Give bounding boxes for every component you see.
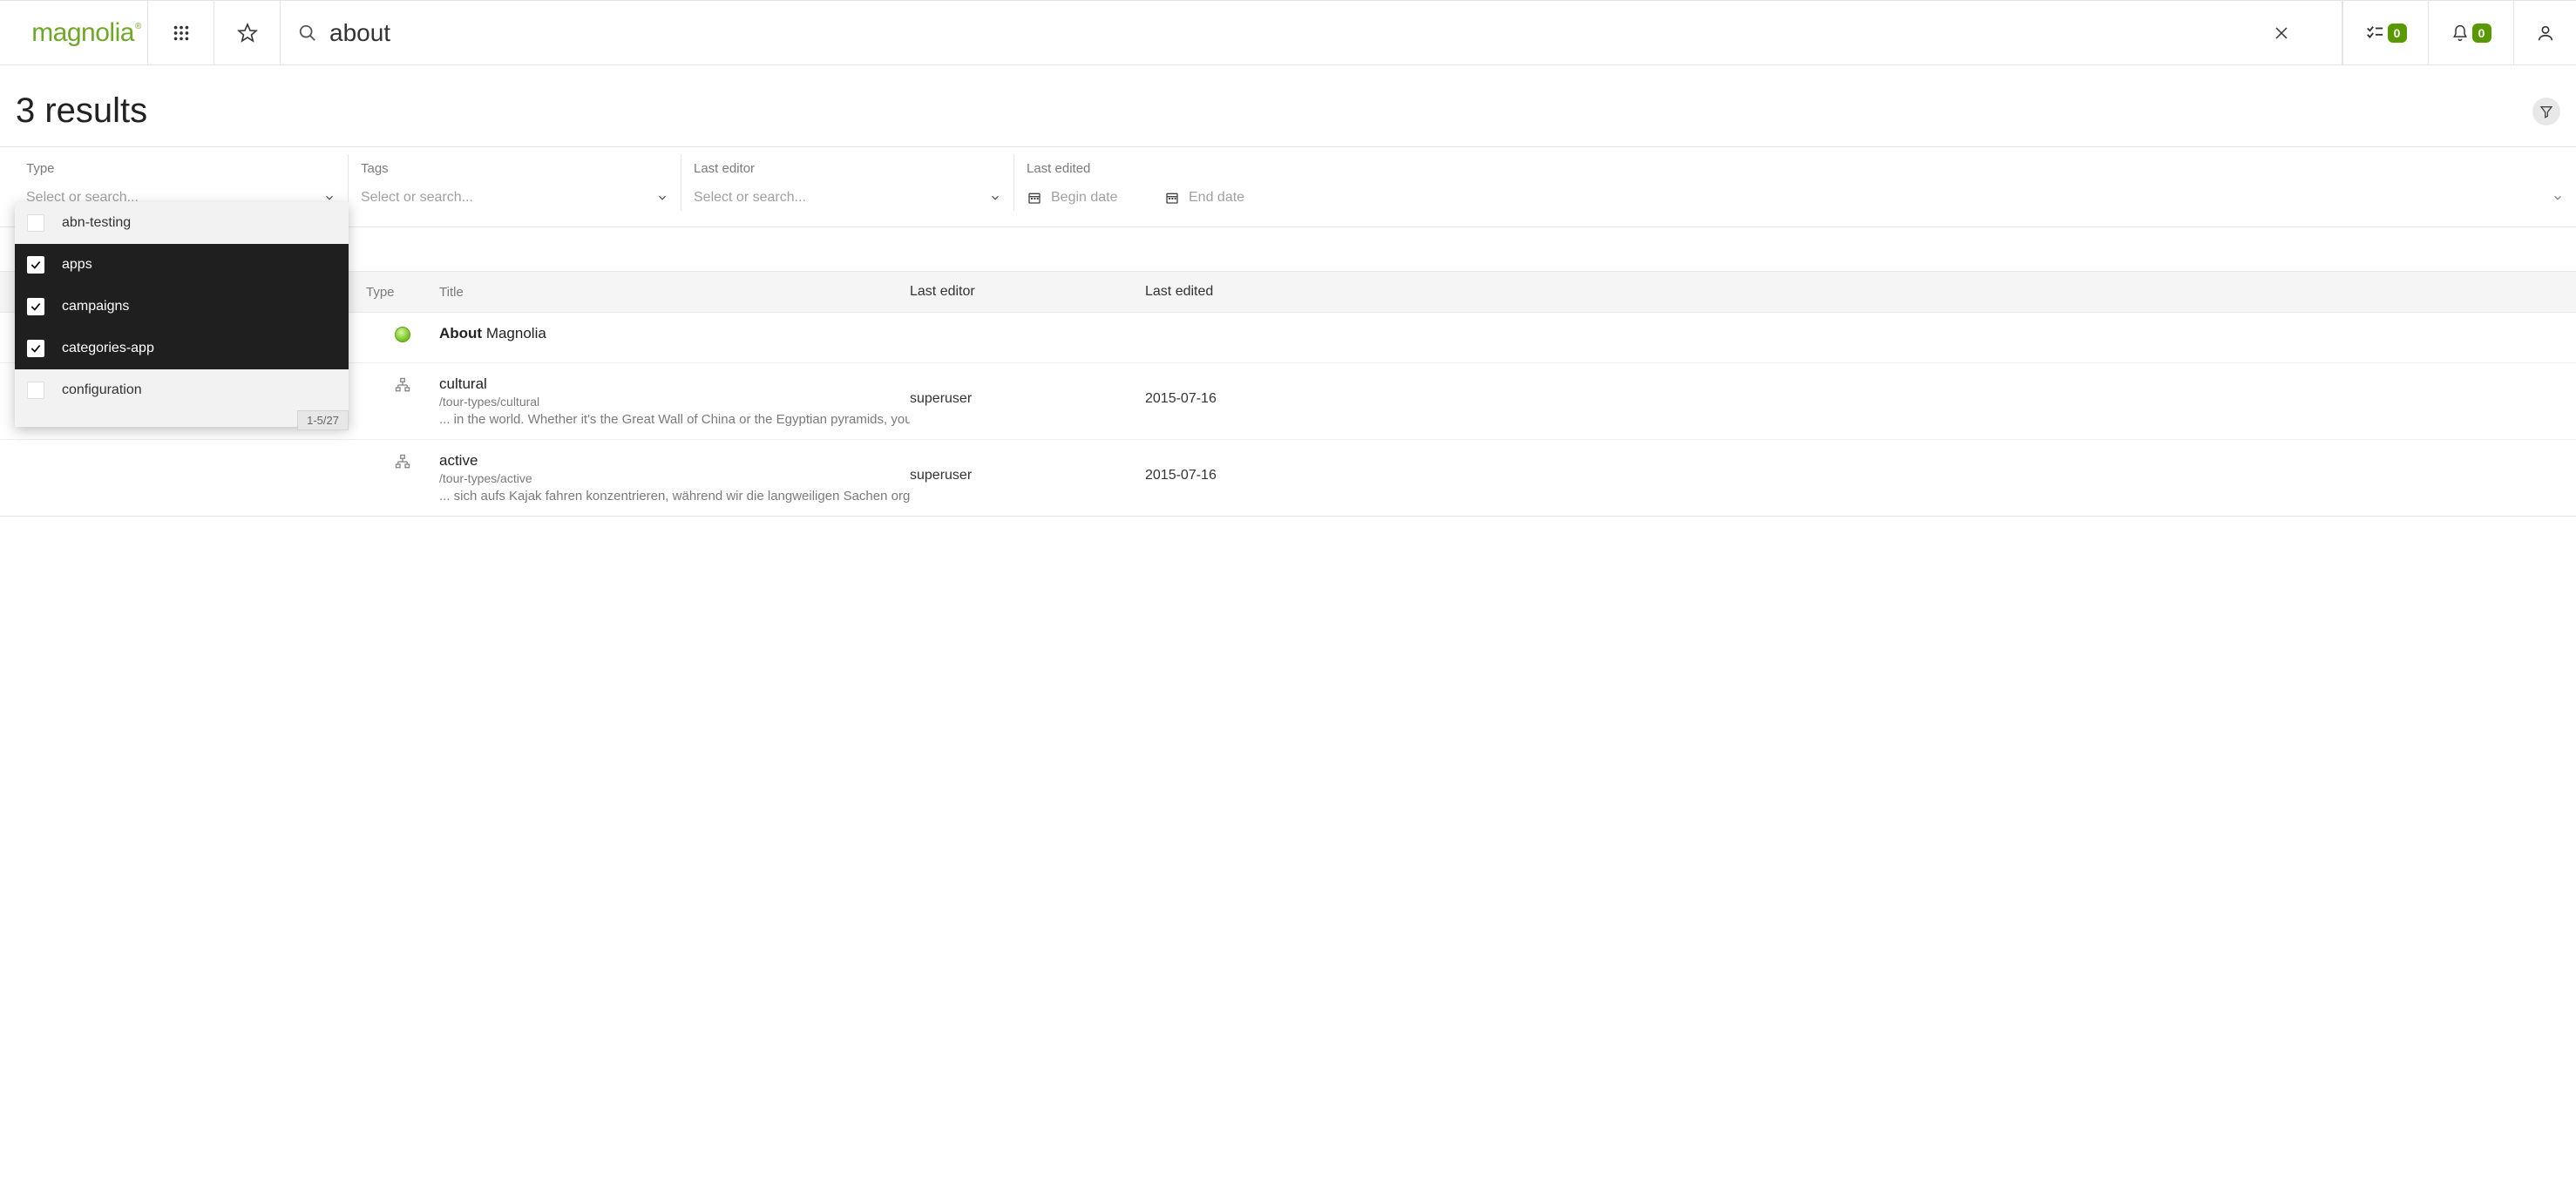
- filter-last-edited: Last edited Begin date End date: [1014, 154, 2576, 211]
- search-input[interactable]: [329, 19, 2274, 47]
- filter-type-label: Type: [26, 161, 336, 176]
- type-dropdown: abn-testing apps campaigns: [15, 202, 349, 427]
- notifications-badge: 0: [2472, 24, 2491, 43]
- calendar-icon: [1164, 191, 1180, 205]
- chevron-down-icon: [656, 192, 668, 204]
- filter-tags: Tags Select or search...: [349, 154, 681, 211]
- search-area: [281, 1, 2342, 64]
- top-bar: magnolia® 0 0: [0, 0, 2576, 65]
- funnel-icon: [2539, 105, 2553, 118]
- user-icon: [2536, 24, 2555, 43]
- info-icon: [395, 327, 410, 342]
- checkbox-checked-icon: [27, 298, 44, 315]
- tasks-button[interactable]: 0: [2342, 1, 2428, 64]
- table-row[interactable]: active /tour-types/active ... sich aufs …: [0, 440, 2576, 517]
- checkbox-icon: [27, 382, 44, 399]
- filter-last-editor: Last editor Select or search...: [681, 154, 1014, 211]
- col-title[interactable]: Title: [439, 285, 910, 300]
- type-option-apps[interactable]: apps: [15, 244, 349, 286]
- hierarchy-icon: [394, 377, 411, 393]
- logo[interactable]: magnolia®: [0, 1, 148, 64]
- table-row[interactable]: cultural /tour-types/cultural ... in the…: [0, 363, 2576, 440]
- filter-last-edited-label: Last edited: [1027, 161, 2564, 176]
- calendar-icon: [1027, 191, 1042, 205]
- main-content: 3 results Type Select or search... abn-t…: [0, 65, 2576, 517]
- filter-toggle-button[interactable]: [2532, 98, 2560, 125]
- clear-search-button[interactable]: [2274, 25, 2324, 41]
- filter-last-editor-select[interactable]: Select or search...: [694, 185, 1001, 211]
- col-last-editor[interactable]: Last editor: [910, 284, 1145, 300]
- results-count: 3 results: [16, 91, 147, 131]
- close-icon: [2274, 25, 2289, 41]
- favorite-button[interactable]: [214, 1, 281, 64]
- type-option-campaigns[interactable]: campaigns: [15, 286, 349, 328]
- filter-type: Type Select or search... abn-testing app…: [0, 154, 349, 211]
- top-right-controls: 0 0: [2342, 1, 2576, 64]
- user-menu-button[interactable]: [2513, 1, 2576, 64]
- checkbox-checked-icon: [27, 340, 44, 357]
- table-row[interactable]: About Magnolia: [0, 313, 2576, 363]
- filter-last-editor-label: Last editor: [694, 161, 1001, 176]
- star-icon: [237, 23, 258, 44]
- col-type[interactable]: Type: [366, 285, 439, 300]
- type-option-categories-app[interactable]: categories-app: [15, 328, 349, 369]
- begin-date-input[interactable]: Begin date: [1027, 190, 1147, 206]
- table-header: Name Path Type Title Last editor Last ed…: [0, 271, 2576, 313]
- tasks-badge: 0: [2388, 24, 2407, 43]
- filters-row: Type Select or search... abn-testing app…: [0, 147, 2576, 227]
- dropdown-count: 1-5/27: [297, 410, 349, 430]
- filter-tags-label: Tags: [361, 161, 668, 176]
- tasks-icon: [2365, 24, 2384, 43]
- checkbox-checked-icon: [27, 256, 44, 274]
- search-icon: [298, 24, 317, 43]
- checkbox-icon: [27, 214, 44, 232]
- chevron-down-icon: [2552, 192, 2564, 204]
- hierarchy-icon: [394, 454, 411, 470]
- type-option-abn-testing[interactable]: abn-testing: [15, 202, 349, 244]
- end-date-input[interactable]: End date: [1164, 190, 2564, 206]
- filter-tags-select[interactable]: Select or search...: [361, 185, 668, 211]
- type-option-configuration[interactable]: configuration: [15, 369, 349, 411]
- grid-icon: [172, 24, 191, 43]
- col-last-edited[interactable]: Last edited: [1145, 284, 2576, 300]
- notifications-button[interactable]: 0: [2428, 1, 2513, 64]
- bell-icon: [2451, 24, 2469, 43]
- results-header: 3 results: [0, 65, 2576, 147]
- chevron-down-icon: [989, 192, 1001, 204]
- app-launcher-button[interactable]: [148, 1, 214, 64]
- results-table: Name Path Type Title Last editor Last ed…: [0, 271, 2576, 517]
